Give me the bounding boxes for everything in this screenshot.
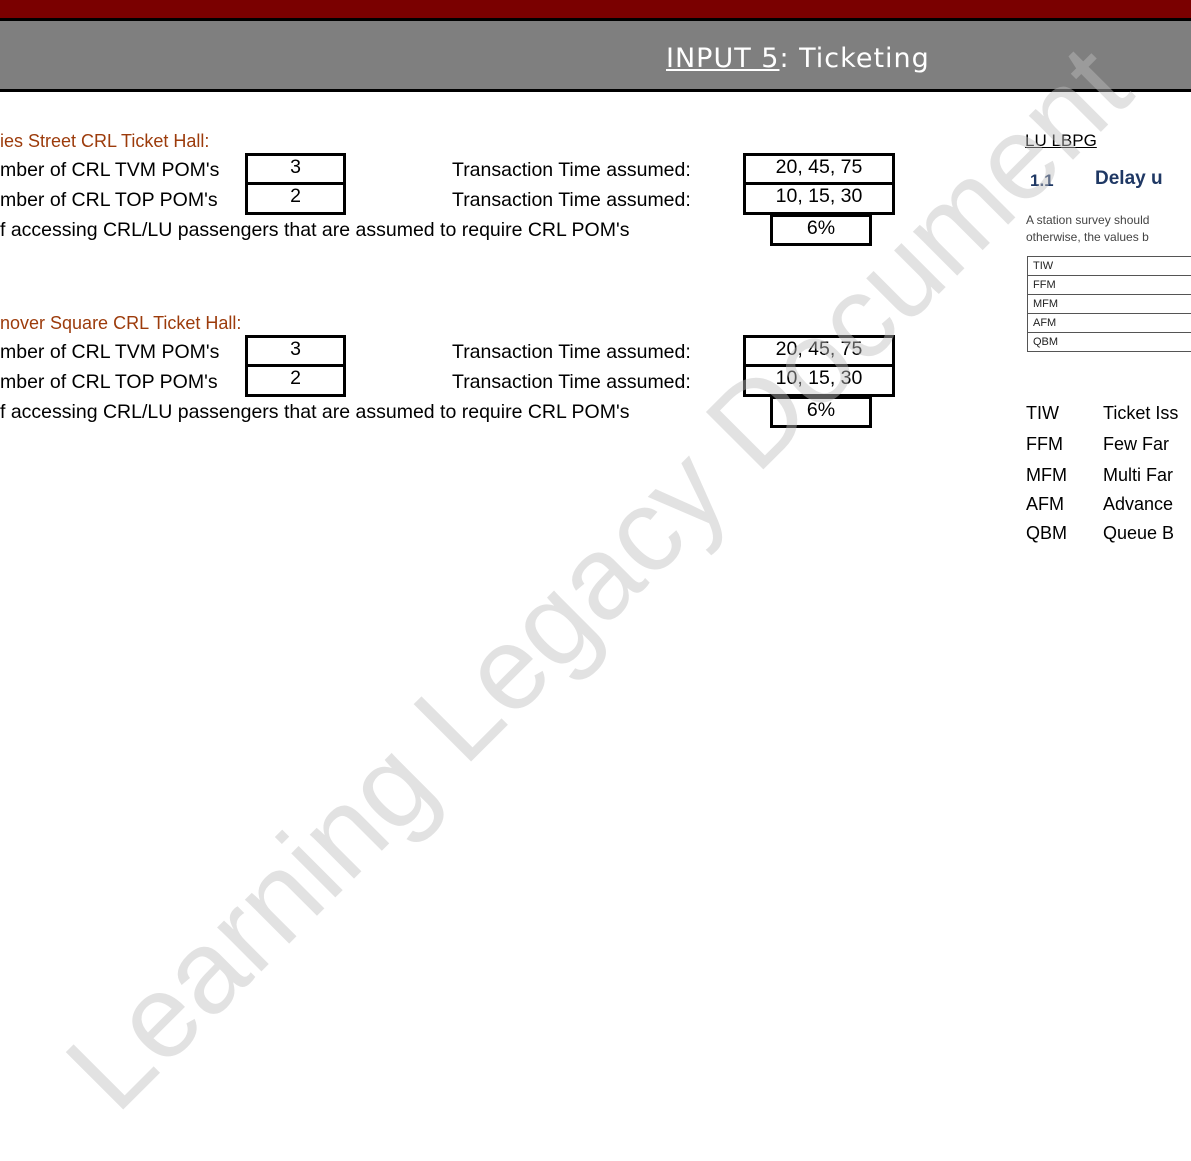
tvm-count-label-2: mber of CRL TVM POM's [0, 341, 220, 363]
abbr-code: QBM [1026, 523, 1068, 543]
table-cell: TIW [1027, 256, 1191, 276]
top-count-input-1[interactable]: 2 [245, 184, 346, 215]
table-row: TIW [1027, 256, 1191, 276]
top-txn-label-2: Transaction Time assumed: [452, 371, 691, 393]
abbr-code: FFM [1026, 434, 1063, 454]
page-title-rest: : Ticketing [779, 43, 930, 74]
reference-text-line-2: otherwise, the values b [1026, 230, 1149, 244]
tvm-txn-input-2[interactable]: 20, 45, 75 [743, 335, 895, 367]
top-txn-label-1: Transaction Time assumed: [452, 189, 691, 211]
abbr-desc: Queue B [1103, 523, 1175, 543]
tvm-count-label-1: mber of CRL TVM POM's [0, 159, 220, 181]
section-title-1: ies Street CRL Ticket Hall: [0, 131, 210, 151]
page-title: INPUT 5: Ticketing [666, 43, 930, 74]
abbr-desc: Ticket Iss [1103, 403, 1179, 423]
table-row: FFM [1027, 275, 1191, 295]
pct-input-1[interactable]: 6% [770, 214, 872, 246]
top-count-input-2[interactable]: 2 [245, 366, 346, 397]
pct-label-1: f accessing CRL/LU passengers that are a… [0, 219, 630, 241]
page-title-underlined: INPUT 5 [666, 43, 780, 74]
table-row: AFM [1027, 313, 1191, 333]
pct-label-2: f accessing CRL/LU passengers that are a… [0, 401, 630, 423]
tvm-count-input-1[interactable]: 3 [245, 153, 346, 185]
top-count-label-2: mber of CRL TOP POM's [0, 371, 218, 393]
reference-table: TIW FFM MFM AFM QBM [1027, 256, 1191, 352]
table-row: MFM [1027, 294, 1191, 314]
abbr-desc: Advance [1103, 494, 1174, 514]
table-row: QBM [1027, 332, 1191, 352]
pct-input-2[interactable]: 6% [770, 396, 872, 428]
header-bar: INPUT 5: Ticketing [0, 18, 1191, 92]
table-cell: QBM [1027, 332, 1191, 352]
tvm-txn-input-1[interactable]: 20, 45, 75 [743, 153, 895, 185]
section-title-2: nover Square CRL Ticket Hall: [0, 313, 242, 333]
table-cell: MFM [1027, 294, 1191, 314]
abbr-desc: Few Far [1103, 434, 1170, 454]
abbr-code: MFM [1026, 465, 1067, 485]
top-band [0, 0, 1191, 18]
tvm-txn-label-1: Transaction Time assumed: [452, 159, 691, 181]
reference-title: LU LBPG [1025, 131, 1097, 150]
top-txn-input-2[interactable]: 10, 15, 30 [743, 366, 895, 397]
watermark: Learning Legacy Document [41, 20, 1156, 1135]
tvm-count-input-2[interactable]: 3 [245, 335, 346, 367]
table-cell: AFM [1027, 313, 1191, 333]
tvm-txn-label-2: Transaction Time assumed: [452, 341, 691, 363]
top-count-label-1: mber of CRL TOP POM's [0, 189, 218, 211]
top-txn-input-1[interactable]: 10, 15, 30 [743, 184, 895, 215]
reference-text-line-1: A station survey should [1026, 213, 1150, 227]
abbr-code: TIW [1026, 403, 1059, 423]
abbr-code: AFM [1026, 494, 1064, 514]
reference-section-number: 1.1 [1030, 171, 1054, 190]
table-cell: FFM [1027, 275, 1191, 295]
abbr-desc: Multi Far [1103, 465, 1174, 485]
reference-heading: Delay u [1095, 168, 1163, 189]
